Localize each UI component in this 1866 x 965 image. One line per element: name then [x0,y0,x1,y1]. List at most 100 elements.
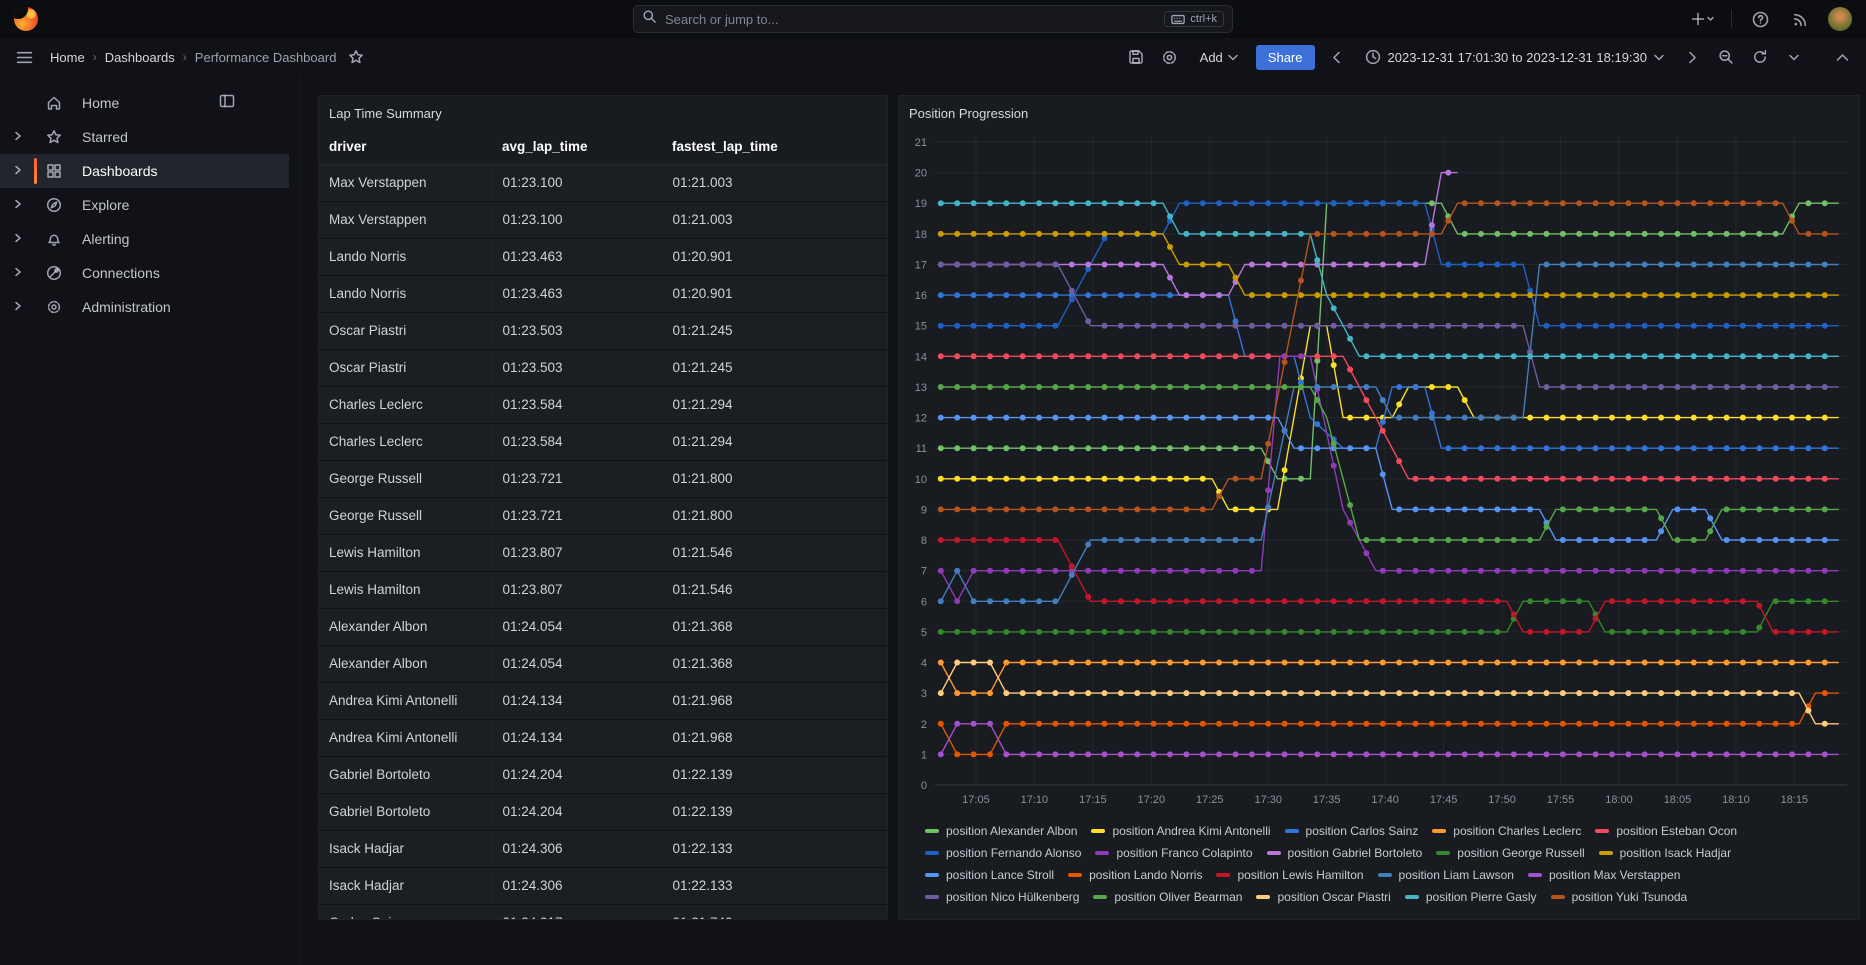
panel-title[interactable]: Position Progression [899,96,1859,130]
zoom-out-time-button[interactable] [1714,45,1738,69]
legend-item[interactable]: position Franco Colapinto [1095,846,1252,860]
table-column-header[interactable]: avg_lap_time [492,130,662,164]
data-point [1642,629,1648,635]
table-column-header[interactable]: driver [319,130,492,164]
favorite-star-icon[interactable] [344,45,368,69]
legend-item[interactable]: position Nico Hülkenberg [925,890,1079,904]
chevron-right-icon[interactable] [14,196,22,214]
data-point [1265,200,1271,206]
legend-item[interactable]: position Liam Lawson [1378,868,1514,882]
data-point [1724,476,1730,482]
help-icon[interactable] [1748,7,1772,31]
data-point [1609,537,1615,543]
table-cell: 01:22.133 [662,867,887,904]
legend-item[interactable]: position Esteban Ocon [1595,824,1737,838]
legend-item[interactable]: position Oliver Bearman [1093,890,1242,904]
data-point [954,598,960,604]
user-avatar[interactable] [1828,7,1852,31]
new-create-button[interactable] [1691,7,1715,31]
legend-item[interactable]: position Pierre Gasly [1405,890,1537,904]
chevron-right-icon[interactable] [14,298,22,316]
data-point [1691,384,1697,390]
sidebar-item-dashboards[interactable]: Dashboards [0,154,289,188]
breadcrumb-dashboards[interactable]: Dashboards [105,50,175,65]
collapse-controls-button[interactable] [1830,45,1854,69]
refresh-button[interactable] [1748,45,1772,69]
table-column-header[interactable]: fastest_lap_time [662,130,887,164]
legend-item[interactable]: position Alexander Albon [925,824,1077,838]
news-rss-icon[interactable] [1788,7,1812,31]
sidebar-item-alerting[interactable]: Alerting [0,222,299,256]
data-point [1707,568,1713,574]
time-range-back-button[interactable] [1325,45,1349,69]
mega-menu-toggle[interactable] [12,45,36,69]
sidebar-item-explore[interactable]: Explore [0,188,299,222]
share-button[interactable]: Share [1256,45,1315,70]
x-axis-tick-label: 17:45 [1430,794,1458,806]
search-input[interactable]: Search or jump to... ctrl+k [633,5,1233,33]
chevron-right-icon[interactable] [14,230,22,248]
data-point [1707,353,1713,359]
data-point [1527,200,1533,206]
data-point [1183,751,1189,757]
legend-item[interactable]: position Oscar Piastri [1256,890,1390,904]
time-range-forward-button[interactable] [1680,45,1704,69]
sidebar-item-administration[interactable]: Administration [0,290,299,324]
legend-item[interactable]: position Max Verstappen [1528,868,1680,882]
panel-title[interactable]: Lap Time Summary [319,96,887,130]
table-cell: 01:24.054 [492,608,662,645]
data-point [1118,721,1124,727]
chevron-right-icon[interactable] [14,162,22,180]
dashboard-settings-gear-icon[interactable] [1158,45,1182,69]
data-point [1756,231,1762,237]
legend-item[interactable]: position George Russell [1436,846,1584,860]
data-point [1413,690,1419,696]
sidebar-item-connections[interactable]: Connections [0,256,299,290]
data-point [1052,292,1058,298]
data-point [1527,231,1533,237]
sidebar-item-starred[interactable]: Starred [0,120,299,154]
legend-swatch [925,851,939,855]
data-point [1805,629,1811,635]
legend-item[interactable]: position Lewis Hamilton [1216,868,1363,882]
data-point [1789,751,1795,757]
legend-item[interactable]: position Isack Hadjar [1599,846,1731,860]
data-point [1249,445,1255,451]
data-point [1429,629,1435,635]
grafana-logo[interactable] [14,7,38,31]
data-point [1773,506,1779,512]
data-point [971,353,977,359]
data-point [1003,660,1009,666]
data-point [1691,476,1697,482]
data-point [1494,231,1500,237]
legend-item[interactable]: position Lando Norris [1068,868,1202,882]
sidebar-item-home[interactable]: Home [0,86,299,120]
data-point [1118,231,1124,237]
data-point [1069,660,1075,666]
position-progression-chart[interactable]: 012345678910111213141516171819202117:051… [899,130,1859,813]
chevron-right-icon[interactable] [14,128,22,146]
data-point [938,445,944,451]
legend-item[interactable]: position Yuki Tsunoda [1551,890,1688,904]
data-point [1707,262,1713,268]
breadcrumb-home[interactable]: Home [50,50,85,65]
table-row: Lewis Hamilton01:23.80701:21.546 [319,534,887,571]
add-panel-button[interactable]: Add [1192,46,1246,69]
refresh-interval-dropdown[interactable] [1782,45,1806,69]
data-point [1347,231,1353,237]
chevron-right-icon[interactable] [14,264,22,282]
data-point [1020,292,1026,298]
dock-sidebar-icon[interactable] [219,93,235,114]
legend-item[interactable]: position Andrea Kimi Antonelli [1091,824,1270,838]
legend-item[interactable]: position Charles Leclerc [1432,824,1581,838]
legend-item[interactable]: position Carlos Sainz [1285,824,1419,838]
legend-item[interactable]: position Lance Stroll [925,868,1054,882]
legend-item[interactable]: position Fernando Alonso [925,846,1081,860]
legend-item[interactable]: position Gabriel Bortoleto [1267,846,1423,860]
time-range-picker[interactable]: 2023-12-31 17:01:30 to 2023-12-31 18:19:… [1359,45,1671,69]
gear-icon [46,299,62,315]
save-dashboard-icon[interactable] [1124,45,1148,69]
data-point [1805,598,1811,604]
data-point [1494,660,1500,666]
data-point [1740,598,1746,604]
